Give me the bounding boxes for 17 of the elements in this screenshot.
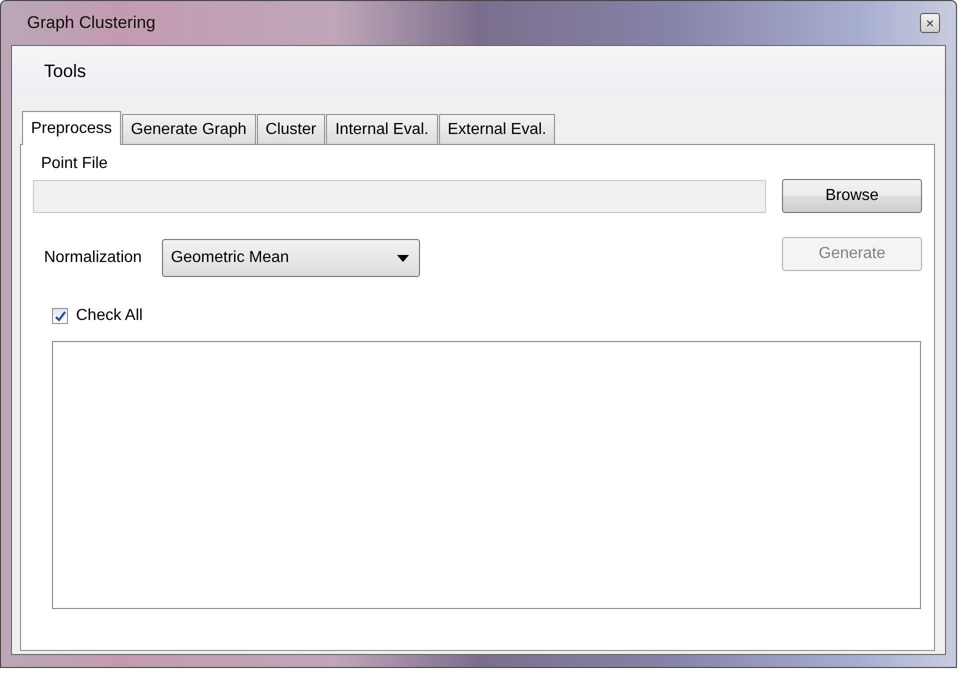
- tab[interactable]: Cluster: [256, 114, 326, 144]
- item-list[interactable]: [52, 341, 921, 609]
- check-all-label: Check All: [76, 307, 143, 325]
- normalization-label: Normalization: [44, 249, 142, 267]
- tab[interactable]: External Eval.: [438, 114, 556, 144]
- check-all-checkbox[interactable]: [52, 308, 68, 324]
- point-file-field[interactable]: [33, 180, 766, 212]
- close-button[interactable]: ×: [920, 13, 940, 33]
- caret-icon: [396, 254, 409, 262]
- tab[interactable]: Preprocess: [22, 111, 121, 145]
- normalization-dropdown[interactable]: Geometric Mean: [162, 239, 420, 277]
- window-title: Graph Clustering: [27, 13, 156, 33]
- browse-button[interactable]: Browse: [782, 179, 922, 213]
- tab[interactable]: Generate Graph: [122, 114, 256, 144]
- menu-item[interactable]: Tools: [30, 56, 100, 86]
- tab[interactable]: Internal Eval.: [326, 114, 438, 144]
- point-file-label: Point File: [41, 155, 109, 173]
